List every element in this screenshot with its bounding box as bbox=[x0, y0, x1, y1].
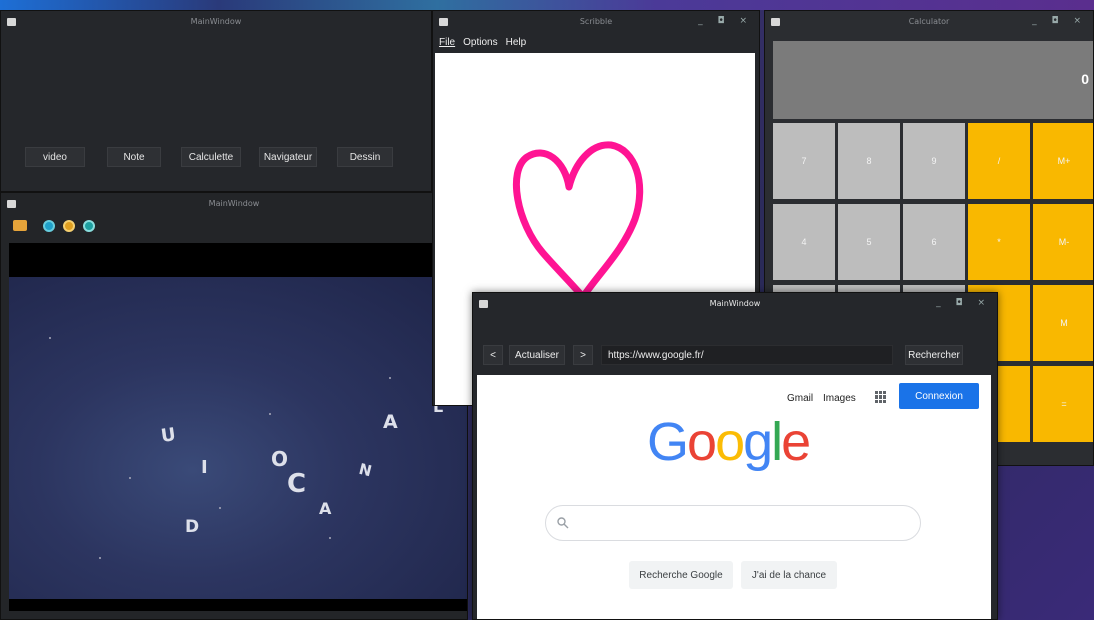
lucky-button[interactable]: J'ai de la chance bbox=[741, 561, 837, 589]
video-letter: O bbox=[271, 447, 289, 471]
key-9[interactable]: 9 bbox=[903, 123, 965, 199]
key-mplus[interactable]: M+ bbox=[1033, 123, 1093, 199]
key-4[interactable]: 4 bbox=[773, 204, 835, 280]
scribble-titlebar: Scribble _ ◘ × bbox=[433, 11, 759, 33]
play-icon[interactable] bbox=[43, 220, 55, 232]
key-m[interactable]: M bbox=[1033, 285, 1093, 361]
video-letter: D bbox=[185, 517, 200, 537]
calculator-titlebar: Calculator _ ◘ × bbox=[765, 11, 1093, 33]
window-controls[interactable]: _ ◘ × bbox=[1032, 16, 1087, 26]
forward-button[interactable]: > bbox=[573, 345, 593, 365]
video-frame[interactable]: U I D O C A N A L bbox=[9, 277, 467, 599]
window-controls[interactable]: _ ◘ × bbox=[936, 298, 991, 308]
heart-stroke bbox=[512, 141, 644, 301]
reload-button[interactable]: Actualiser bbox=[509, 345, 565, 365]
video-letterbox-top bbox=[9, 243, 467, 277]
video-letter: A bbox=[383, 411, 398, 433]
key-7[interactable]: 7 bbox=[773, 123, 835, 199]
google-logo: Google bbox=[647, 412, 811, 472]
url-input[interactable]: https://www.google.fr/ bbox=[601, 345, 893, 365]
gmail-link[interactable]: Gmail bbox=[787, 393, 813, 404]
google-search-input[interactable] bbox=[545, 505, 921, 541]
key-mminus[interactable]: M- bbox=[1033, 204, 1093, 280]
key-6[interactable]: 6 bbox=[903, 204, 965, 280]
apps-grid-icon[interactable] bbox=[875, 391, 887, 403]
launcher-window: MainWindow video Note Calculette Navigat… bbox=[0, 10, 432, 192]
browser-titlebar: MainWindow _ ◘ × bbox=[473, 293, 997, 315]
key-equals[interactable]: = bbox=[1033, 366, 1093, 442]
google-search-button[interactable]: Recherche Google bbox=[629, 561, 733, 589]
video-button[interactable]: video bbox=[25, 147, 85, 167]
video-letter: C bbox=[287, 469, 307, 499]
navigateur-button[interactable]: Navigateur bbox=[259, 147, 317, 167]
launcher-title: MainWindow bbox=[190, 17, 242, 26]
key-8[interactable]: 8 bbox=[838, 123, 900, 199]
search-icon bbox=[557, 517, 569, 529]
pause-icon[interactable] bbox=[63, 220, 75, 232]
calculette-button[interactable]: Calculette bbox=[181, 147, 241, 167]
back-button[interactable]: < bbox=[483, 345, 503, 365]
video-titlebar: MainWindow bbox=[1, 193, 467, 215]
search-button[interactable]: Rechercher bbox=[905, 345, 963, 365]
web-page: Gmail Images Connexion Google Recherche … bbox=[477, 375, 991, 619]
video-letter: U bbox=[159, 424, 178, 447]
browser-title: MainWindow bbox=[709, 299, 761, 308]
images-link[interactable]: Images bbox=[823, 393, 856, 404]
dessin-button[interactable]: Dessin bbox=[337, 147, 393, 167]
window-controls[interactable]: _ ◘ × bbox=[698, 16, 753, 26]
key-multiply[interactable]: * bbox=[968, 204, 1030, 280]
menu-help[interactable]: Help bbox=[506, 37, 527, 48]
folder-icon[interactable] bbox=[13, 220, 27, 231]
key-divide[interactable]: / bbox=[968, 123, 1030, 199]
browser-window: MainWindow _ ◘ × < Actualiser > https://… bbox=[472, 292, 998, 620]
video-letter: I bbox=[201, 457, 208, 478]
video-letterbox-bottom bbox=[9, 599, 467, 611]
video-letter: N bbox=[357, 459, 374, 481]
calculator-display: 0 bbox=[773, 41, 1093, 119]
video-player-window: MainWindow U I D O C A N A L bbox=[0, 192, 468, 620]
key-5[interactable]: 5 bbox=[838, 204, 900, 280]
launcher-titlebar: MainWindow bbox=[1, 11, 431, 33]
video-title: MainWindow bbox=[208, 199, 260, 208]
menu-options[interactable]: Options bbox=[463, 37, 497, 48]
signin-button[interactable]: Connexion bbox=[899, 383, 979, 409]
menu-file[interactable]: File bbox=[439, 37, 455, 48]
system-taskbar bbox=[0, 0, 1094, 10]
stop-icon[interactable] bbox=[83, 220, 95, 232]
note-button[interactable]: Note bbox=[107, 147, 161, 167]
scribble-menubar: File Options Help bbox=[439, 37, 526, 48]
video-letter: A bbox=[319, 499, 332, 518]
